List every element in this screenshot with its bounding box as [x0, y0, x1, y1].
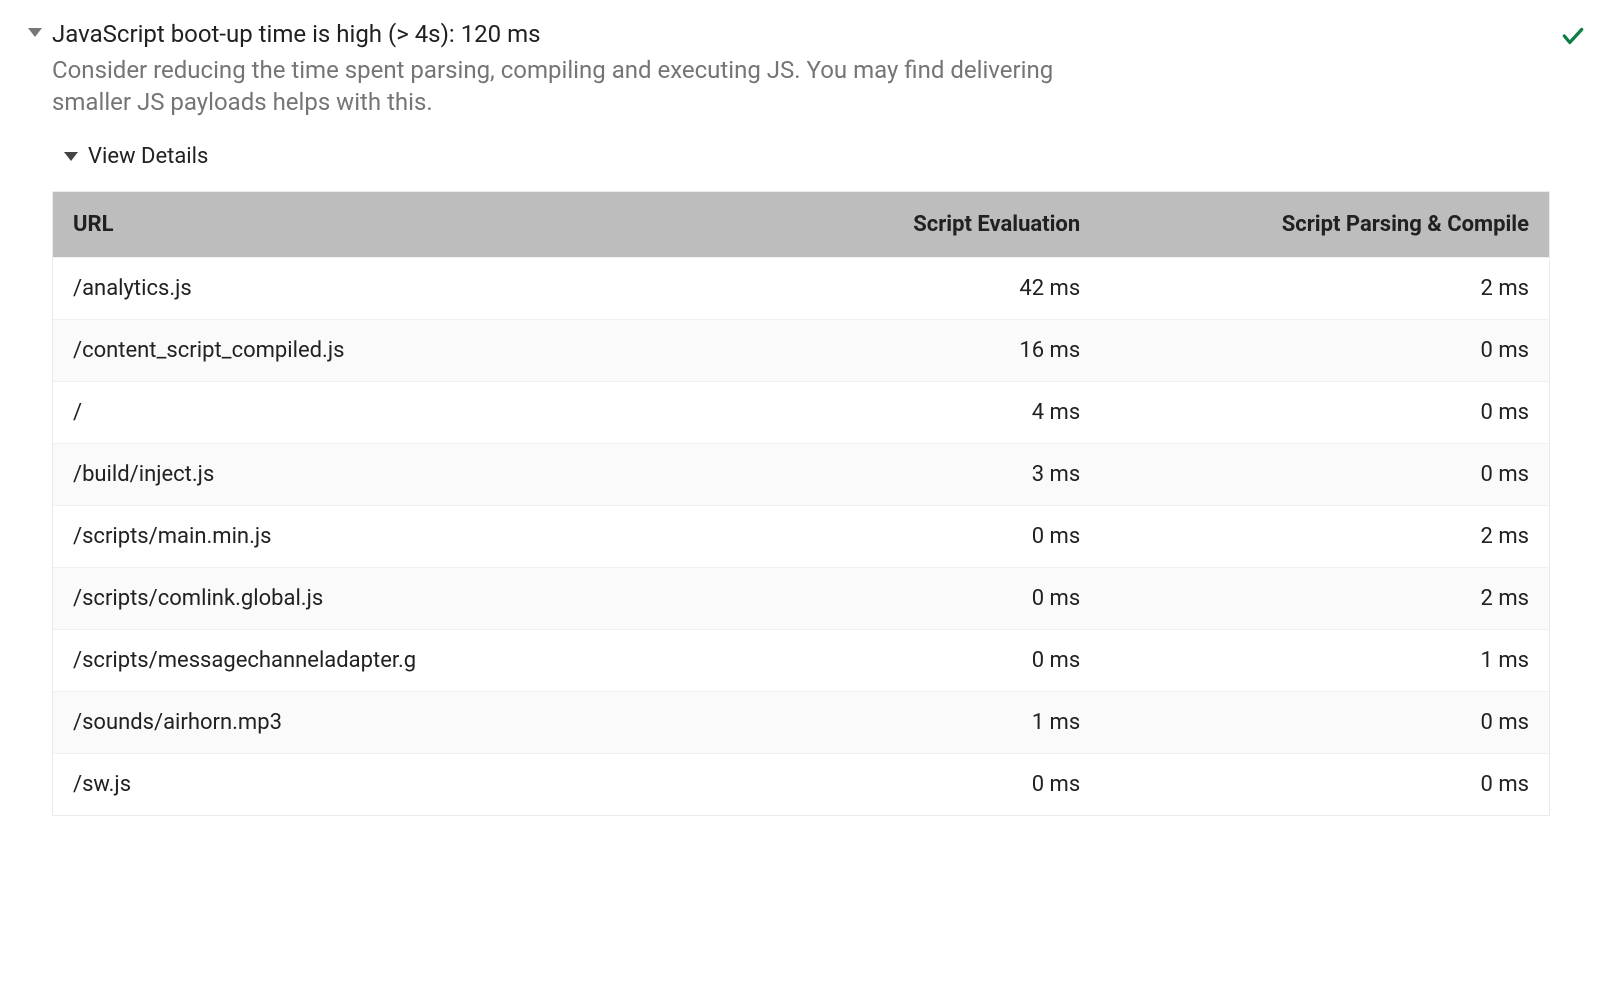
- table-header-url: URL: [53, 192, 786, 258]
- table-cell-parse: 0 ms: [1100, 320, 1549, 382]
- chevron-down-icon: [64, 152, 78, 161]
- table-cell-eval: 42 ms: [786, 258, 1100, 320]
- view-details-label: View Details: [88, 144, 208, 169]
- table-cell-eval: 0 ms: [786, 568, 1100, 630]
- table-cell-parse: 1 ms: [1100, 630, 1549, 692]
- table-cell-parse: 2 ms: [1100, 258, 1549, 320]
- table-row: /sw.js0 ms0 ms: [53, 754, 1549, 816]
- table-cell-url: /scripts/messagechanneladapter.g: [53, 630, 786, 692]
- table-cell-url: /: [53, 382, 786, 444]
- table-cell-url: /scripts/comlink.global.js: [53, 568, 786, 630]
- checkmark-icon: [1560, 22, 1586, 57]
- table-header-parse: Script Parsing & Compile: [1100, 192, 1549, 258]
- table-row: /analytics.js42 ms2 ms: [53, 258, 1549, 320]
- table-cell-url: /build/inject.js: [53, 444, 786, 506]
- table-cell-parse: 0 ms: [1100, 692, 1549, 754]
- table-cell-url: /sw.js: [53, 754, 786, 816]
- table-row: /scripts/comlink.global.js0 ms2 ms: [53, 568, 1549, 630]
- table-row: /4 ms0 ms: [53, 382, 1549, 444]
- table-cell-eval: 16 ms: [786, 320, 1100, 382]
- table-cell-parse: 2 ms: [1100, 506, 1549, 568]
- table-row: /scripts/main.min.js0 ms2 ms: [53, 506, 1549, 568]
- table-cell-url: /sounds/airhorn.mp3: [53, 692, 786, 754]
- details-table: URL Script Evaluation Script Parsing & C…: [53, 192, 1549, 815]
- table-header-eval: Script Evaluation: [786, 192, 1100, 258]
- table-row: /scripts/messagechanneladapter.g0 ms1 ms: [53, 630, 1549, 692]
- table-row: /content_script_compiled.js16 ms0 ms: [53, 320, 1549, 382]
- audit-content: JavaScript boot-up time is high (> 4s): …: [52, 18, 1550, 816]
- audit-description: Consider reducing the time spent parsing…: [52, 54, 1102, 119]
- table-cell-parse: 0 ms: [1100, 382, 1549, 444]
- table-row: /build/inject.js3 ms0 ms: [53, 444, 1549, 506]
- details-table-wrap: URL Script Evaluation Script Parsing & C…: [52, 191, 1550, 816]
- audit-title: JavaScript boot-up time is high (> 4s): …: [52, 18, 1550, 52]
- table-cell-parse: 2 ms: [1100, 568, 1549, 630]
- table-cell-eval: 3 ms: [786, 444, 1100, 506]
- table-cell-eval: 1 ms: [786, 692, 1100, 754]
- table-row: /sounds/airhorn.mp31 ms0 ms: [53, 692, 1549, 754]
- table-cell-eval: 0 ms: [786, 506, 1100, 568]
- table-cell-eval: 0 ms: [786, 630, 1100, 692]
- table-cell-parse: 0 ms: [1100, 444, 1549, 506]
- table-header-row: URL Script Evaluation Script Parsing & C…: [53, 192, 1549, 258]
- chevron-down-icon[interactable]: [28, 28, 42, 37]
- view-details-toggle[interactable]: View Details: [64, 144, 1550, 169]
- table-cell-url: /analytics.js: [53, 258, 786, 320]
- table-cell-eval: 0 ms: [786, 754, 1100, 816]
- table-cell-url: /scripts/main.min.js: [53, 506, 786, 568]
- table-cell-parse: 0 ms: [1100, 754, 1549, 816]
- table-cell-eval: 4 ms: [786, 382, 1100, 444]
- audit-header-row: JavaScript boot-up time is high (> 4s): …: [28, 18, 1586, 816]
- table-cell-url: /content_script_compiled.js: [53, 320, 786, 382]
